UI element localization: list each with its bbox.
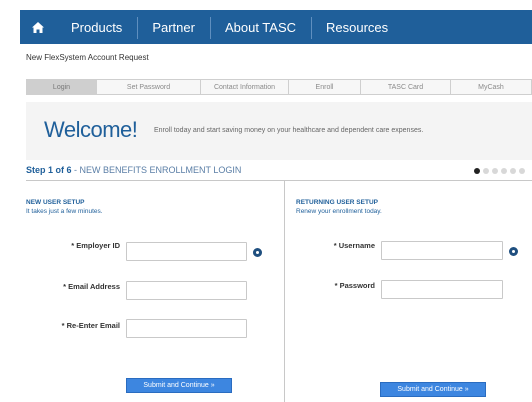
nav-partner[interactable]: Partner xyxy=(137,16,210,39)
tab-login[interactable]: Login xyxy=(27,80,97,94)
step-label: - NEW BENEFITS ENROLLMENT LOGIN xyxy=(71,165,242,175)
home-icon[interactable] xyxy=(20,10,56,44)
password-input[interactable] xyxy=(381,280,503,299)
step-dot-4 xyxy=(501,168,507,174)
step-dot-1 xyxy=(474,168,480,174)
nav-resources[interactable]: Resources xyxy=(311,16,403,39)
username-help-icon[interactable] xyxy=(509,247,518,256)
username-label: * Username xyxy=(333,241,375,250)
tab-contact-information[interactable]: Contact Information xyxy=(201,80,289,94)
new-user-title: NEW USER SETUP xyxy=(26,199,85,206)
top-nav: Products Partner About TASC Resources xyxy=(20,10,532,44)
returning-user-subtitle: Renew your enrollment today. xyxy=(296,208,382,215)
employer-id-help-icon[interactable] xyxy=(253,248,262,257)
step-dot-3 xyxy=(492,168,498,174)
welcome-heading: Welcome! xyxy=(44,117,138,142)
nav-products[interactable]: Products xyxy=(56,20,137,35)
tab-mycash[interactable]: MyCash xyxy=(451,80,531,94)
tab-set-password[interactable]: Set Password xyxy=(97,80,201,94)
step-dot-2 xyxy=(483,168,489,174)
returning-user-title: RETURNING USER SETUP xyxy=(296,199,378,206)
step-count: Step 1 of 6 xyxy=(26,165,72,175)
page-title: New FlexSystem Account Request xyxy=(26,53,149,62)
username-input[interactable] xyxy=(381,241,503,260)
progress-tabs: Login Set Password Contact Information E… xyxy=(26,79,532,95)
password-label: * Password xyxy=(334,281,375,290)
employer-id-input[interactable] xyxy=(126,242,247,261)
reenter-email-label: * Re-Enter Email xyxy=(61,321,120,330)
column-divider xyxy=(284,181,285,402)
step-indicator: Step 1 of 6 - NEW BENEFITS ENROLLMENT LO… xyxy=(26,165,241,175)
nav-about-tasc[interactable]: About TASC xyxy=(209,16,311,39)
welcome-banner: Welcome! Enroll today and start saving m… xyxy=(26,102,532,160)
welcome-text: Enroll today and start saving money on y… xyxy=(154,127,424,134)
tab-enroll[interactable]: Enroll xyxy=(289,80,361,94)
new-user-subtitle: It takes just a few minutes. xyxy=(26,208,103,215)
step-dot-5 xyxy=(510,168,516,174)
email-address-input[interactable] xyxy=(126,281,247,300)
divider xyxy=(26,180,532,181)
returning-user-submit-button[interactable]: Submit and Continue » xyxy=(380,382,486,397)
email-address-label: * Email Address xyxy=(63,282,120,291)
new-user-submit-button[interactable]: Submit and Continue » xyxy=(126,378,232,393)
step-dots xyxy=(474,168,525,174)
employer-id-label: * Employer ID xyxy=(71,241,120,250)
reenter-email-input[interactable] xyxy=(126,319,247,338)
step-dot-6 xyxy=(519,168,525,174)
tab-tasc-card[interactable]: TASC Card xyxy=(361,80,451,94)
